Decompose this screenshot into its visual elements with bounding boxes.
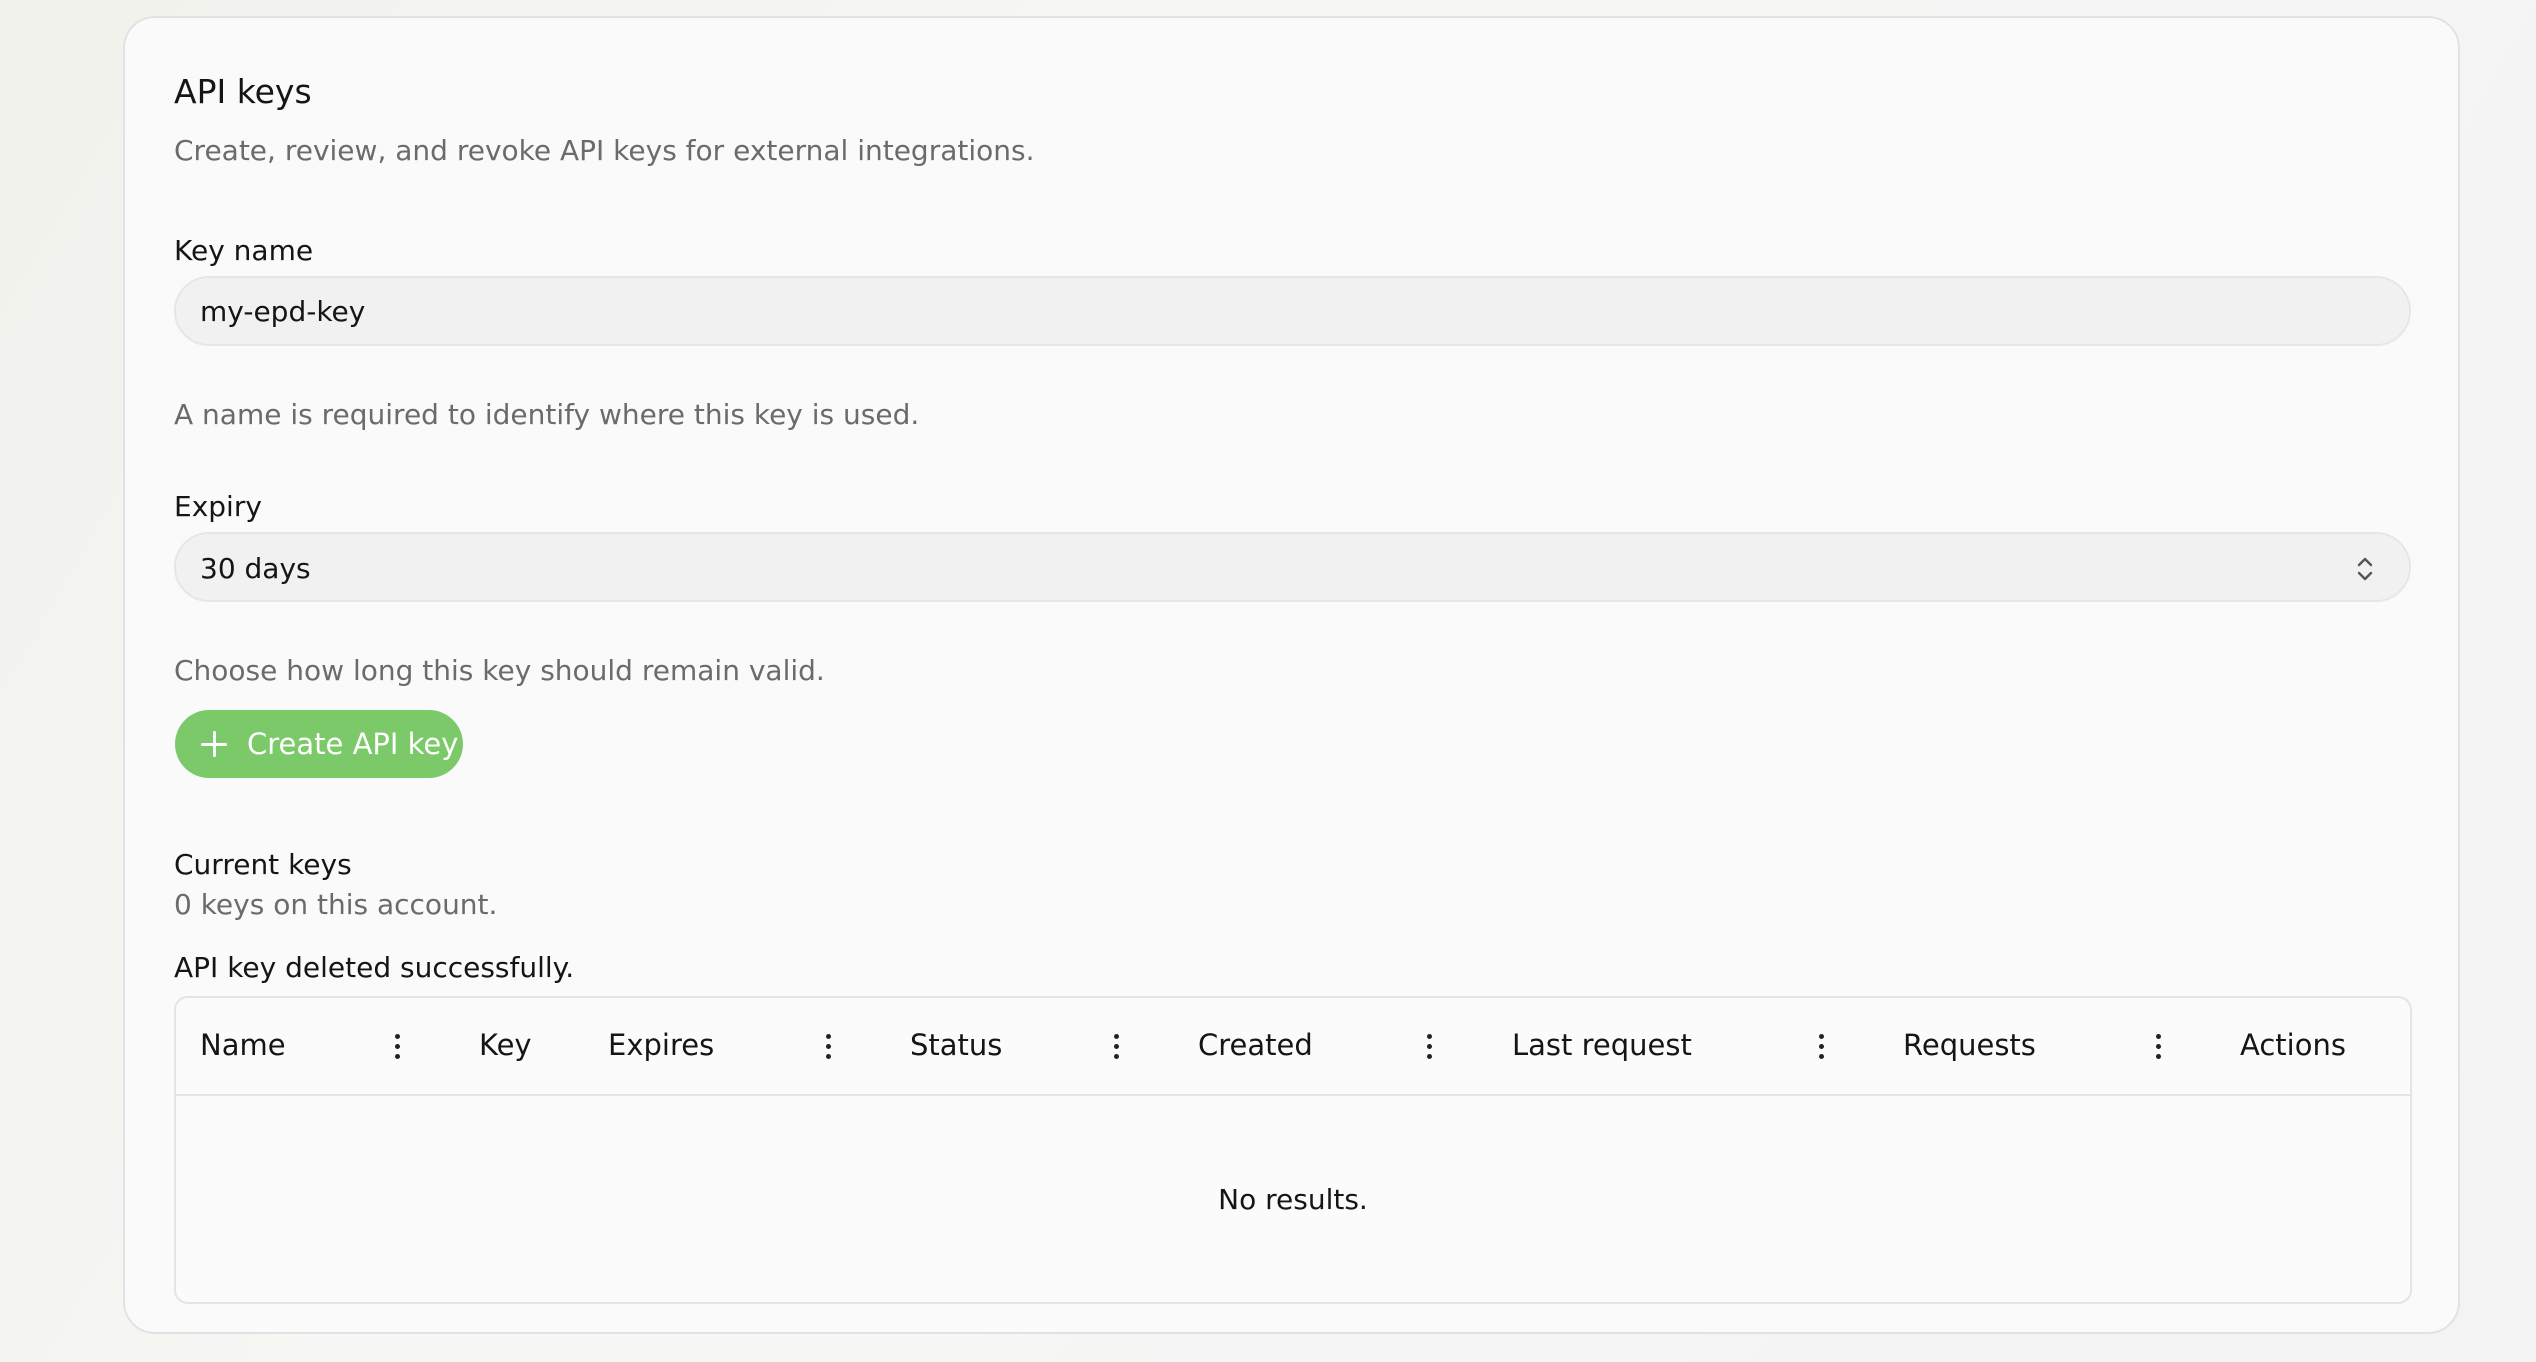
- status-message: API key deleted successfully.: [174, 951, 575, 984]
- column-menu-requests-icon[interactable]: [2153, 1032, 2163, 1062]
- api-keys-card: API keys Create, review, and revoke API …: [123, 16, 2460, 1334]
- current-keys-title: Current keys: [174, 848, 352, 881]
- column-header-created[interactable]: Created: [1198, 1028, 1313, 1062]
- column-header-status[interactable]: Status: [910, 1028, 1002, 1062]
- column-menu-last-request-icon[interactable]: [1816, 1032, 1826, 1062]
- key-name-field[interactable]: [174, 276, 2411, 346]
- chevron-up-down-icon: [2357, 557, 2373, 581]
- column-header-actions: Actions: [2240, 1028, 2346, 1062]
- column-menu-expires-icon[interactable]: [823, 1032, 833, 1062]
- expiry-label: Expiry: [174, 490, 262, 523]
- current-keys-count: 0 keys on this account.: [174, 888, 498, 921]
- page-title: API keys: [174, 72, 312, 111]
- table-empty-state: No results.: [1218, 1182, 1368, 1216]
- column-menu-created-icon[interactable]: [1424, 1032, 1434, 1062]
- page-subtitle: Create, review, and revoke API keys for …: [174, 134, 1035, 167]
- column-header-name[interactable]: Name: [200, 1028, 286, 1062]
- key-name-label: Key name: [174, 234, 314, 267]
- api-keys-table: Name Key Expires Status Created Last req…: [174, 996, 2412, 1304]
- expiry-selected-value: 30 days: [200, 552, 311, 585]
- column-header-last-request[interactable]: Last request: [1512, 1028, 1692, 1062]
- create-api-key-button[interactable]: Create API key: [175, 710, 463, 778]
- column-menu-status-icon[interactable]: [1111, 1032, 1121, 1062]
- column-menu-name-icon[interactable]: [392, 1032, 402, 1062]
- column-header-requests[interactable]: Requests: [1903, 1028, 2036, 1062]
- plus-icon: [201, 731, 227, 757]
- create-api-key-label: Create API key: [247, 727, 459, 761]
- key-name-hint: A name is required to identify where thi…: [174, 398, 920, 431]
- column-header-key[interactable]: Key: [479, 1028, 532, 1062]
- expiry-hint: Choose how long this key should remain v…: [174, 654, 825, 687]
- column-header-expires[interactable]: Expires: [608, 1028, 714, 1062]
- key-name-input[interactable]: [200, 278, 2380, 344]
- table-header: Name Key Expires Status Created Last req…: [176, 998, 2410, 1096]
- expiry-select[interactable]: 30 days: [174, 532, 2411, 602]
